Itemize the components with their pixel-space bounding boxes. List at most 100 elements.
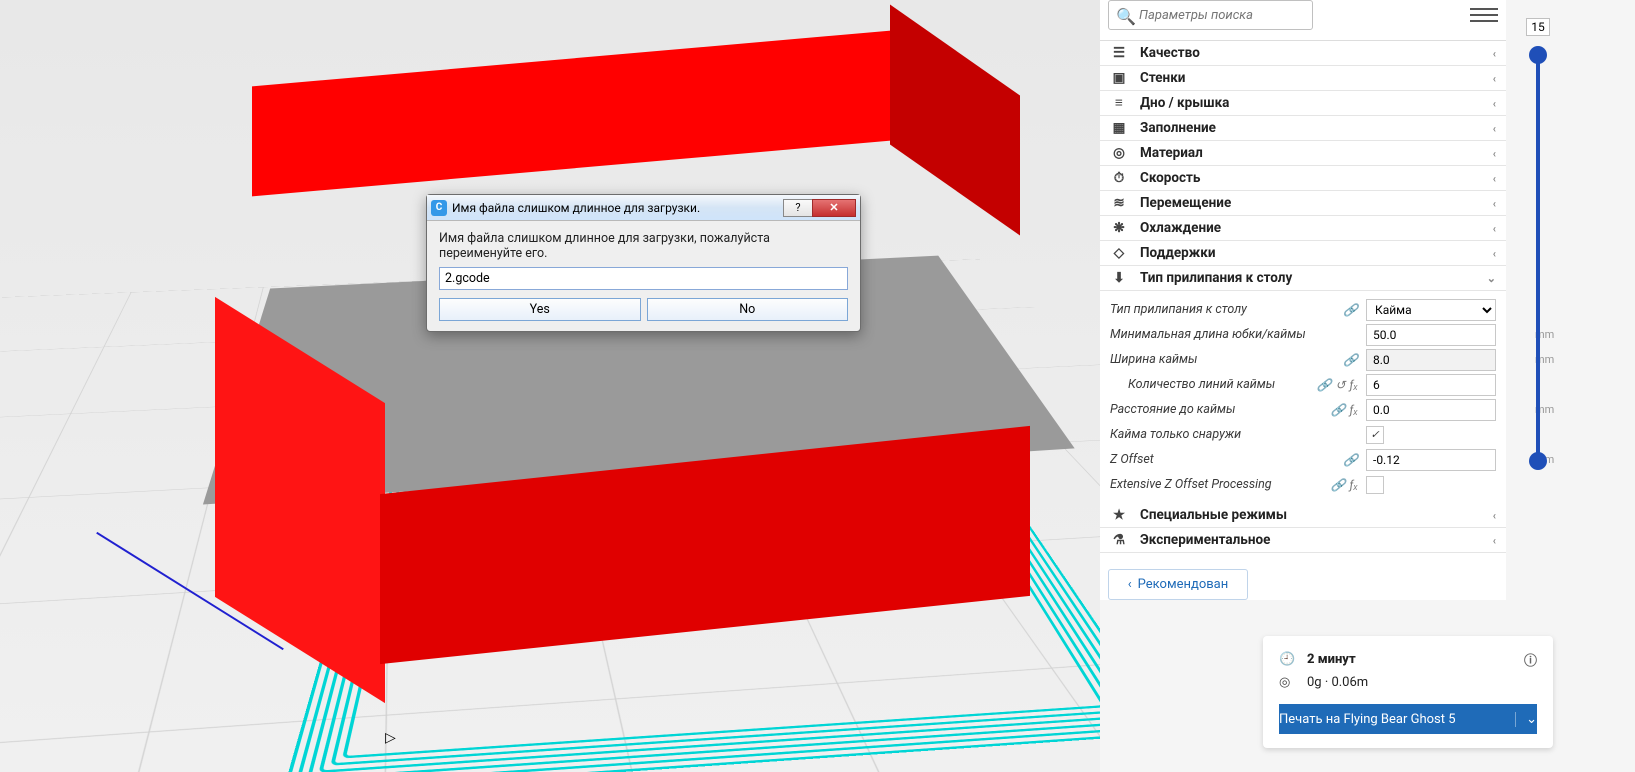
chevron-left-icon — [1493, 122, 1496, 135]
link-icon[interactable]: 🔗 — [1343, 303, 1358, 317]
category-experimental[interactable]: ⚗ Экспериментальное — [1100, 528, 1506, 553]
category-label: Экспериментальное — [1140, 532, 1270, 548]
print-info-card: 🕘 2 минут ⓘ ◎ 0g · 0.06m Печать на Flyin… — [1263, 636, 1553, 748]
chevron-left-icon — [1493, 47, 1496, 60]
link-icon[interactable]: 🔗 — [1316, 378, 1331, 392]
chevron-left-icon — [1493, 509, 1496, 522]
category-support[interactable]: ◇ Поддержки — [1100, 241, 1506, 266]
category-cooling[interactable]: ❋ Охлаждение — [1100, 216, 1506, 241]
slider-handle-top[interactable] — [1529, 46, 1547, 64]
speed-icon: ⏱ — [1110, 170, 1128, 186]
print-mass: 0g · 0.06m — [1307, 675, 1368, 690]
category-label: Стенки — [1140, 70, 1185, 86]
flask-icon: ⚗ — [1110, 532, 1128, 548]
category-label: Специальные режимы — [1140, 507, 1287, 523]
yes-button[interactable]: Yes — [439, 298, 641, 321]
walls-icon: ▣ — [1110, 70, 1128, 86]
setting-label: Extensive Z Offset Processing — [1110, 477, 1331, 492]
material-icon: ◎ — [1110, 145, 1128, 161]
formula-icon[interactable]: ƒₓ — [1349, 378, 1358, 392]
category-quality[interactable]: ☰ Качество — [1100, 41, 1506, 66]
category-label: Качество — [1140, 45, 1200, 61]
dialog-help-button[interactable]: ? — [783, 199, 813, 217]
print-button-label: Печать на Flying Bear Ghost 5 — [1279, 712, 1456, 727]
adhesion-icon: ⬇ — [1110, 270, 1128, 286]
brim-outside-checkbox[interactable]: ✓ — [1366, 426, 1384, 444]
chevron-left-icon — [1493, 247, 1496, 260]
category-infill[interactable]: ▦ Заполнение — [1100, 116, 1506, 141]
layers-icon: ☰ — [1110, 45, 1128, 61]
slider-handle-bottom[interactable] — [1529, 452, 1547, 470]
cura-icon: C — [431, 200, 447, 216]
layer-slider[interactable]: 15 — [1527, 44, 1549, 464]
recommended-button[interactable]: ‹Рекомендован — [1108, 569, 1248, 600]
search-icon: 🔍 — [1116, 7, 1136, 26]
chevron-left-icon — [1493, 534, 1496, 547]
setting-label: Кайма только снаружи — [1110, 427, 1366, 442]
chevron-down-icon — [1487, 272, 1496, 285]
category-material[interactable]: ◎ Материал — [1100, 141, 1506, 166]
category-label: Заполнение — [1140, 120, 1216, 136]
category-special[interactable]: ★Специальные режимы — [1100, 503, 1506, 528]
chevron-left-icon — [1493, 222, 1496, 235]
model-object[interactable] — [130, 50, 1030, 650]
setting-label: Количество линий каймы — [1128, 377, 1316, 392]
link-icon[interactable]: 🔗 — [1343, 453, 1358, 467]
brim-lines-input[interactable] — [1367, 378, 1535, 392]
category-label: Дно / крышка — [1140, 95, 1229, 111]
infill-icon: ▦ — [1110, 120, 1128, 136]
travel-icon: ≋ — [1110, 195, 1128, 211]
setting-label: Минимальная длина юбки/каймы — [1110, 327, 1366, 342]
print-button[interactable]: Печать на Flying Bear Ghost 5 ⌄ — [1279, 704, 1537, 734]
layer-count-badge: 15 — [1526, 18, 1550, 36]
topbottom-icon: ≡ — [1110, 95, 1128, 111]
search-input[interactable] — [1108, 0, 1313, 30]
category-label: Тип прилипания к столу — [1140, 270, 1292, 286]
filament-icon: ◎ — [1279, 675, 1297, 690]
adhesion-type-select[interactable]: Кайма — [1366, 299, 1496, 321]
category-label: Скорость — [1140, 170, 1200, 186]
formula-icon[interactable]: ƒₓ — [1349, 403, 1358, 417]
brim-distance-input[interactable] — [1367, 403, 1535, 417]
clock-icon: 🕘 — [1279, 652, 1297, 667]
settings-sidebar: 🔍 ☰ Качество ▣ Стенки ≡ Дно / крышка ▦ Запол… — [1100, 0, 1506, 600]
fan-icon: ❋ — [1110, 220, 1128, 236]
rename-dialog: C Имя файла слишком длинное для загрузки… — [426, 194, 861, 332]
info-icon[interactable]: ⓘ — [1524, 650, 1537, 669]
no-button[interactable]: No — [647, 298, 849, 321]
category-label: Поддержки — [1140, 245, 1215, 261]
reset-icon[interactable]: ↺ — [1335, 378, 1345, 392]
dialog-title-text: Имя файла слишком длинное для загрузки. — [452, 201, 700, 215]
support-icon: ◇ — [1110, 245, 1128, 261]
category-walls[interactable]: ▣ Стенки — [1100, 66, 1506, 91]
menu-hamburger-button[interactable] — [1470, 1, 1498, 29]
min-length-input[interactable] — [1367, 328, 1535, 342]
category-travel[interactable]: ≋ Перемещение — [1100, 191, 1506, 216]
z-offset-ext-checkbox[interactable] — [1366, 476, 1384, 494]
chevron-down-icon[interactable]: ⌄ — [1515, 712, 1537, 727]
chevron-left-icon — [1493, 147, 1496, 160]
chevron-left-icon — [1493, 97, 1496, 110]
formula-icon[interactable]: ƒₓ — [1349, 478, 1358, 492]
link-icon[interactable]: 🔗 — [1331, 478, 1346, 492]
cursor-icon: ▷ — [385, 730, 396, 746]
link-icon[interactable]: 🔗 — [1331, 403, 1346, 417]
setting-label: Ширина каймы — [1110, 352, 1343, 367]
category-adhesion[interactable]: ⬇ Тип прилипания к столу — [1100, 266, 1506, 291]
link-icon[interactable]: 🔗 — [1343, 353, 1358, 367]
dialog-close-button[interactable]: ✕ — [812, 199, 856, 217]
category-speed[interactable]: ⏱ Скорость — [1100, 166, 1506, 191]
setting-label: Тип прилипания к столу — [1110, 302, 1343, 317]
adhesion-settings-group: Тип прилипания к столу 🔗 Кайма Минимальн… — [1100, 291, 1506, 503]
category-label: Материал — [1140, 145, 1203, 161]
recommended-label: Рекомендован — [1138, 577, 1229, 592]
viewport-3d[interactable]: ▷ — [0, 0, 1100, 772]
filename-input[interactable] — [439, 267, 848, 290]
category-label: Охлаждение — [1140, 220, 1221, 236]
brim-width-input[interactable] — [1367, 353, 1535, 367]
print-time: 2 минут — [1307, 652, 1356, 667]
category-topbottom[interactable]: ≡ Дно / крышка — [1100, 91, 1506, 116]
category-label: Перемещение — [1140, 195, 1231, 211]
dialog-titlebar[interactable]: C Имя файла слишком длинное для загрузки… — [427, 195, 860, 221]
z-offset-input[interactable] — [1367, 453, 1535, 467]
